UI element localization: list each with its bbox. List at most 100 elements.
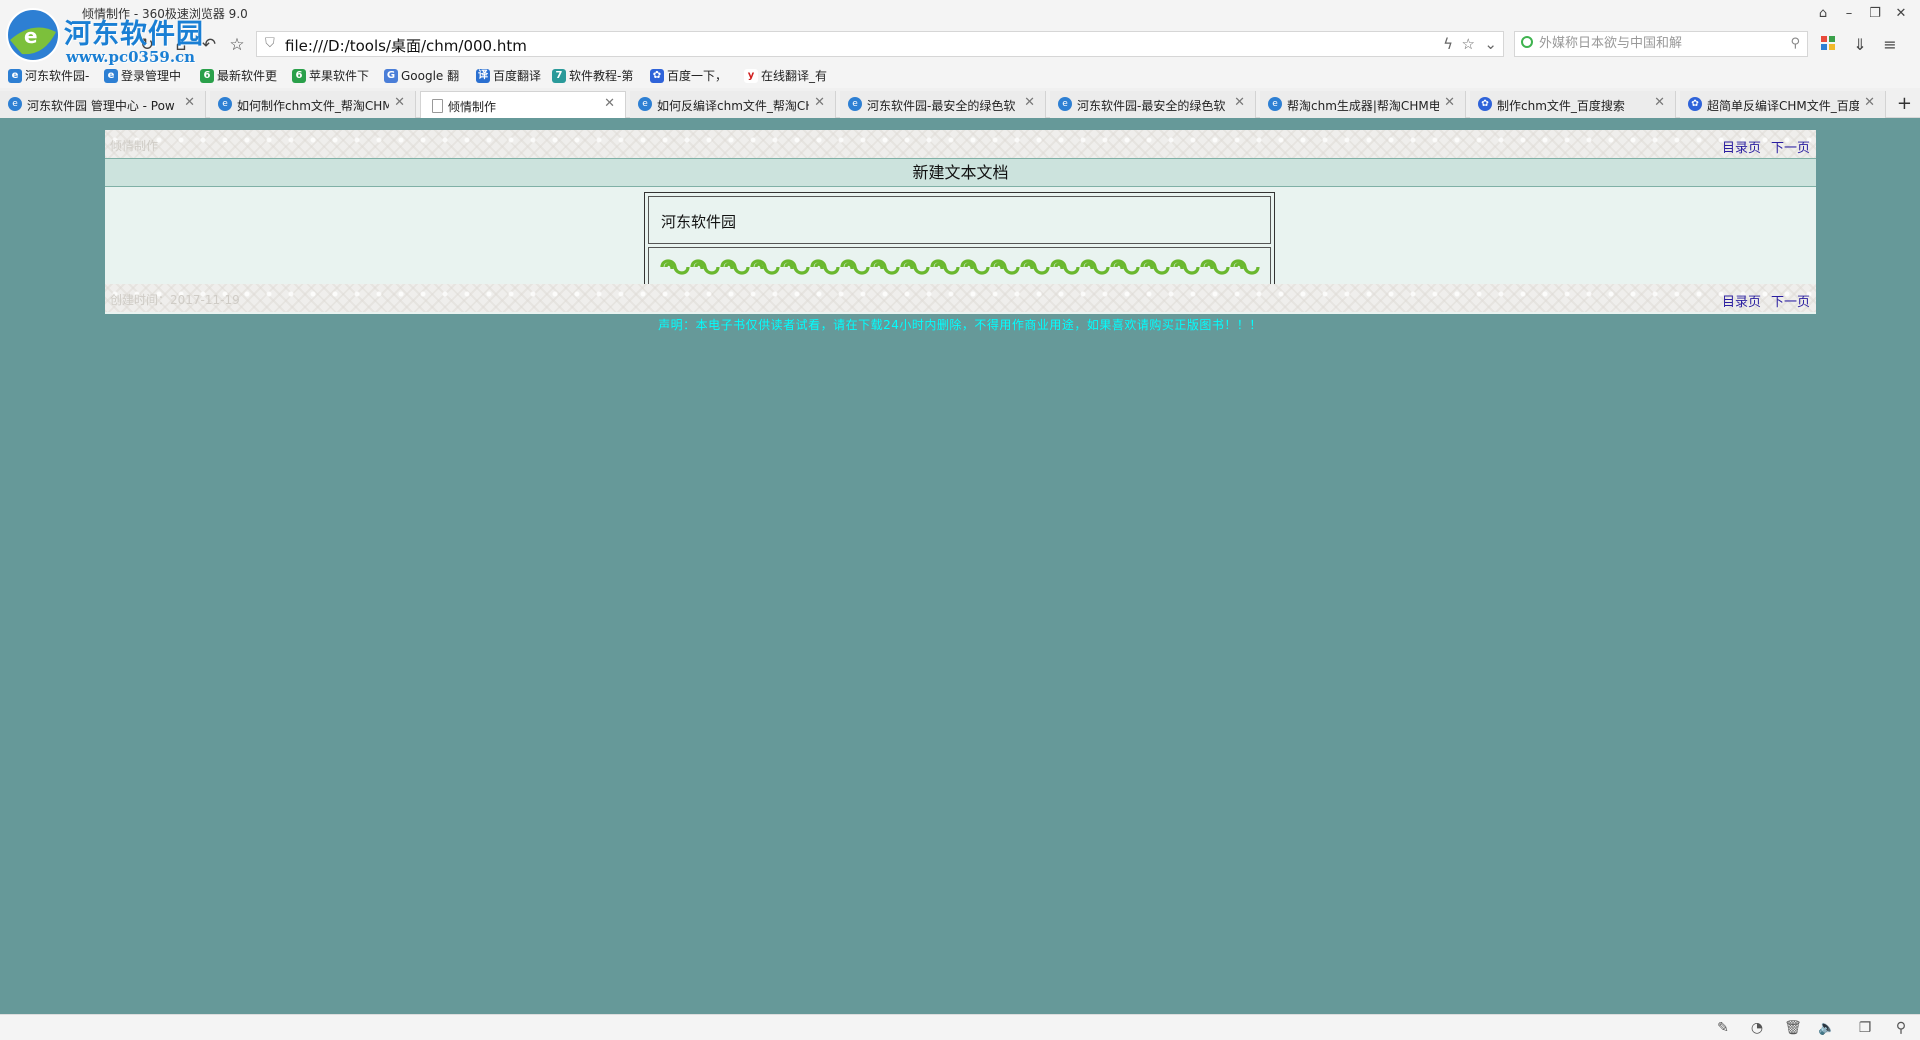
ornament-segment bbox=[1170, 259, 1200, 275]
bookmark-item[interactable]: 6 最新软件更 bbox=[200, 67, 277, 84]
volume-icon[interactable]: 🔈 bbox=[1818, 1019, 1836, 1037]
tab[interactable]: ✿ 超简单反编译CHM文件_百度 ✕ bbox=[1680, 91, 1886, 118]
ornament-segment bbox=[810, 259, 840, 275]
pc0359-icon: e bbox=[1058, 97, 1072, 111]
skin-icon[interactable]: ⌂ bbox=[1810, 4, 1836, 24]
document-icon bbox=[432, 99, 443, 113]
ornament-segment bbox=[720, 259, 750, 275]
ornament-segment bbox=[1050, 259, 1080, 275]
header-left-text: 倾情制作 bbox=[110, 139, 159, 153]
page-nav-links-bottom: 目录页 下一页 bbox=[1722, 291, 1810, 310]
url-input[interactable] bbox=[283, 34, 1387, 56]
close-tab-icon[interactable]: ✕ bbox=[814, 95, 825, 110]
ornament-border-image bbox=[660, 259, 1260, 275]
close-tab-icon[interactable]: ✕ bbox=[1234, 95, 1245, 110]
bookmark-item[interactable]: y 在线翻译_有 bbox=[744, 67, 827, 84]
tab[interactable]: e 河东软件园-最安全的绿色软 ✕ bbox=[840, 91, 1046, 118]
title-bar: 倾情制作 - 360极速浏览器 9.0 ⌂ – ❐ ✕ bbox=[0, 0, 1920, 28]
speed-icon[interactable]: ◔ bbox=[1748, 1019, 1766, 1037]
bookmark-star-icon[interactable]: ☆ bbox=[1462, 35, 1475, 53]
ornament-segment bbox=[870, 259, 900, 275]
bookmark-item[interactable]: G Google 翻 bbox=[384, 67, 459, 84]
new-tab-button[interactable]: + bbox=[1897, 93, 1912, 114]
close-tab-icon[interactable]: ✕ bbox=[184, 95, 195, 110]
tab-strip: e 河东软件园 管理中心 - Pow ✕ e 如何制作chm文件_帮淘CHM ✕ 倾情制… bbox=[0, 88, 1920, 118]
tab[interactable]: e 如何制作chm文件_帮淘CHM ✕ bbox=[210, 91, 416, 118]
pc0359-icon: e bbox=[104, 68, 118, 83]
search-icon[interactable]: ⚲ bbox=[1790, 36, 1800, 51]
google-translate-icon: G bbox=[384, 68, 398, 83]
ornament-segment bbox=[960, 259, 990, 275]
pin-icon[interactable]: ✎ bbox=[1714, 1019, 1732, 1037]
search-input[interactable] bbox=[1537, 35, 1781, 52]
tab-active[interactable]: 倾情制作 ✕ bbox=[420, 91, 626, 118]
tab[interactable]: e 帮淘chm生成器|帮淘CHM电 ✕ bbox=[1260, 91, 1466, 118]
ornament-cell bbox=[648, 247, 1271, 287]
bookmark-item[interactable]: e 河东软件园- bbox=[8, 67, 89, 84]
close-tab-icon[interactable]: ✕ bbox=[604, 96, 615, 111]
pc0359-icon: e bbox=[8, 97, 22, 111]
pc0359-icon: e bbox=[848, 97, 862, 111]
svg-text:e: e bbox=[24, 24, 38, 48]
favorite-star-icon[interactable]: ☆ bbox=[226, 34, 248, 56]
tab[interactable]: e 如何反编译chm文件_帮淘CH ✕ bbox=[630, 91, 836, 118]
bookmarks-bar: e 河东软件园- e 登录管理中 6 最新软件更 6 苹果软件下 G Google 翻 译… bbox=[0, 62, 1920, 88]
content-text: 河东软件园 bbox=[661, 213, 737, 231]
pc0359-icon: e bbox=[638, 97, 652, 111]
maximize-button[interactable]: ❐ bbox=[1862, 4, 1888, 24]
content-cell: 河东软件园 bbox=[648, 196, 1271, 244]
tab[interactable]: e 河东软件园 管理中心 - Pow ✕ bbox=[0, 91, 206, 118]
ornament-segment bbox=[1200, 259, 1230, 275]
bookmark-item[interactable]: e 登录管理中 bbox=[104, 67, 181, 84]
baidu-translate-icon: 译 bbox=[476, 68, 490, 83]
ornament-segment bbox=[1080, 259, 1110, 275]
address-bar[interactable]: ⛉ ϟ ☆ ⌄ bbox=[256, 31, 1504, 57]
close-button[interactable]: ✕ bbox=[1888, 4, 1914, 24]
seven-icon: 7 bbox=[552, 68, 566, 83]
watermark-site: 河东软件园 bbox=[64, 19, 204, 50]
bookmark-item[interactable]: 6 苹果软件下 bbox=[292, 67, 369, 84]
ornament-segment bbox=[840, 259, 870, 275]
close-tab-icon[interactable]: ✕ bbox=[1864, 95, 1875, 110]
bookmark-item[interactable]: ✿ 百度一下， bbox=[650, 67, 727, 84]
close-tab-icon[interactable]: ✕ bbox=[1024, 95, 1035, 110]
title-bar-row: 新建文本文档 bbox=[105, 158, 1816, 187]
toc-link[interactable]: 目录页 bbox=[1722, 291, 1761, 310]
content-table: 河东软件园 bbox=[644, 192, 1275, 291]
pc0359-icon: e bbox=[8, 68, 22, 83]
footer-band: 创建时间：2017-11-19 目录页 下一页 bbox=[105, 284, 1816, 312]
menu-icon[interactable]: ≡ bbox=[1880, 35, 1900, 55]
window-icon[interactable]: ❐ bbox=[1856, 1019, 1874, 1037]
tab[interactable]: e 河东软件园-最安全的绿色软 ✕ bbox=[1050, 91, 1256, 118]
download-icon[interactable]: ⇓ bbox=[1850, 35, 1870, 55]
chevron-down-icon[interactable]: ⌄ bbox=[1484, 35, 1497, 53]
baidu-paw-icon: ✿ bbox=[650, 68, 664, 83]
bookmark-item[interactable]: 译百度翻译 bbox=[476, 67, 541, 84]
close-tab-icon[interactable]: ✕ bbox=[394, 95, 405, 110]
next-page-link[interactable]: 下一页 bbox=[1771, 291, 1810, 310]
lightning-icon[interactable]: ϟ bbox=[1443, 35, 1453, 53]
minimize-button[interactable]: – bbox=[1836, 4, 1862, 24]
ornament-segment bbox=[660, 259, 690, 275]
watermark-url: www.pc0359.cn bbox=[66, 48, 196, 66]
six-icon: 6 bbox=[292, 68, 306, 83]
window-controls: ⌂ – ❐ ✕ bbox=[1810, 4, 1914, 24]
close-tab-icon[interactable]: ✕ bbox=[1444, 95, 1455, 110]
toc-link[interactable]: 目录页 bbox=[1722, 137, 1761, 156]
bookmark-item[interactable]: 7 软件教程-第 bbox=[552, 67, 633, 84]
doc-title: 新建文本文档 bbox=[912, 163, 1009, 182]
tab[interactable]: ✿ 制作chm文件_百度搜索 ✕ bbox=[1470, 91, 1676, 118]
search-box[interactable]: ⚲ bbox=[1514, 31, 1808, 57]
pc0359-icon: e bbox=[1268, 97, 1282, 111]
next-page-link[interactable]: 下一页 bbox=[1771, 137, 1810, 156]
zoom-icon[interactable]: ⚲ bbox=[1892, 1019, 1910, 1037]
trash-icon[interactable]: 🗑 bbox=[1784, 1019, 1802, 1037]
pc0359-logo: e bbox=[6, 8, 60, 62]
baidu-paw-icon: ✿ bbox=[1478, 97, 1492, 111]
ornament-segment bbox=[1230, 259, 1260, 275]
ornament-segment bbox=[930, 259, 960, 275]
chm-page: 倾情制作 目录页 下一页 新建文本文档 河东软件园 创建时间：2017-11-1… bbox=[105, 130, 1816, 314]
apps-grid-icon[interactable] bbox=[1818, 35, 1838, 55]
created-date: 创建时间：2017-11-19 bbox=[110, 293, 240, 307]
close-tab-icon[interactable]: ✕ bbox=[1654, 95, 1665, 110]
